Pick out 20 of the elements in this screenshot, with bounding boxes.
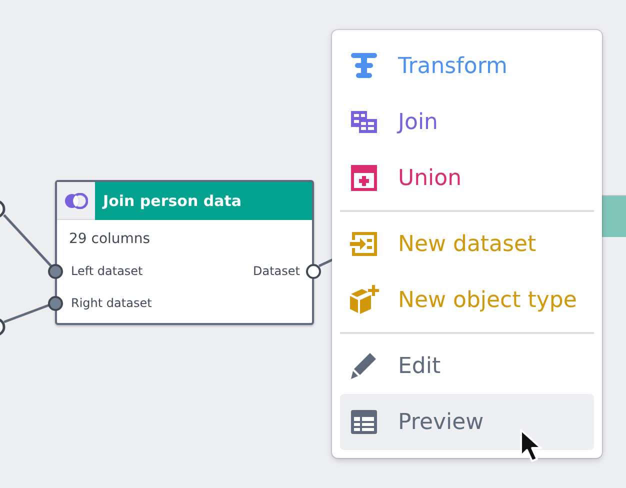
menu-item[interactable]: Preview [340, 394, 594, 450]
node-title: Join person data [95, 182, 312, 220]
menu-item[interactable]: Join [340, 94, 594, 150]
edge-line [318, 258, 335, 268]
port-icon[interactable] [0, 200, 6, 218]
menu-item[interactable]: Edit [340, 338, 594, 394]
port-label: Dataset [253, 264, 300, 278]
port-label: Left dataset [71, 264, 143, 278]
menu-item[interactable]: Union [340, 150, 594, 206]
menu-item[interactable]: Transform [340, 38, 594, 94]
menu-item[interactable]: New object type [340, 272, 594, 328]
port-icon[interactable] [48, 296, 63, 310]
column-count: 29 columns [68, 230, 152, 249]
port-icon[interactable] [0, 318, 6, 336]
edge-line [3, 214, 53, 268]
calendar-plus-icon [348, 162, 380, 194]
port-label: Right dataset [71, 296, 152, 310]
join-icon [64, 192, 88, 208]
cube-icon [348, 284, 380, 316]
menu-item[interactable]: New dataset [340, 216, 594, 272]
